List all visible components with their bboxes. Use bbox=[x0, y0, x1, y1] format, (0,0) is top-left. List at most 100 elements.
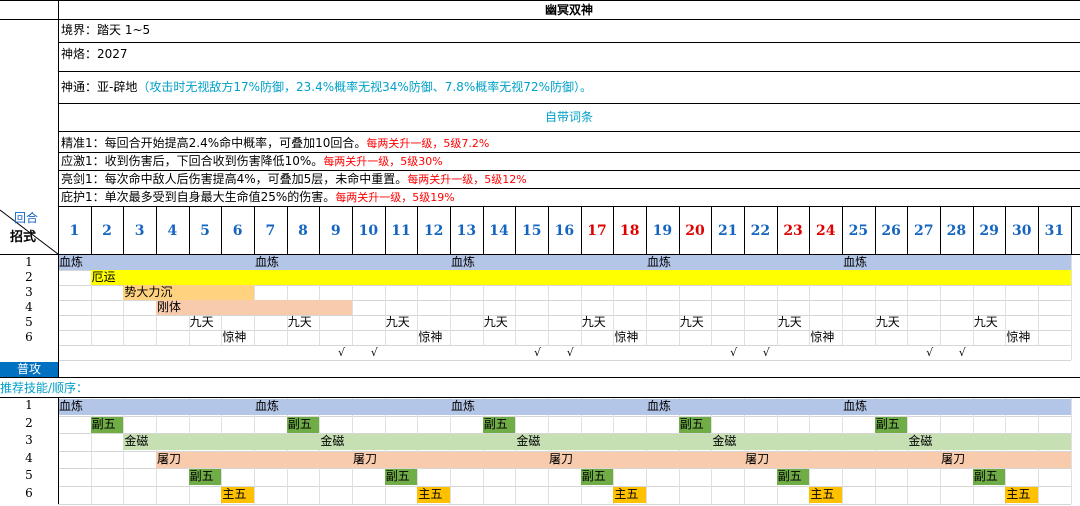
round-number: 7 bbox=[265, 223, 276, 239]
round-number: 15 bbox=[521, 223, 542, 239]
round-col-divider bbox=[188, 206, 190, 254]
round-col-divider bbox=[1005, 206, 1007, 254]
grid-line bbox=[58, 360, 1071, 361]
round-number: 10 bbox=[358, 223, 379, 239]
affix-text: 亮剑1：每次命中敌人后伤害提高4%，可叠加5层，未命中重置。 bbox=[61, 172, 408, 186]
round-number: 20 bbox=[685, 223, 705, 239]
row-number: 6 bbox=[25, 330, 33, 344]
round-col-divider bbox=[874, 206, 876, 254]
round-col-divider bbox=[417, 206, 419, 254]
affix-text: 应激1：收到伤害后，下回合收到伤害降低10%。 bbox=[61, 154, 324, 168]
skill-bar[interactable] bbox=[90, 270, 1071, 285]
skill-bar[interactable] bbox=[156, 300, 353, 315]
row-number: 1 bbox=[25, 398, 33, 412]
row-number: 4 bbox=[25, 300, 33, 314]
round-col-divider bbox=[450, 206, 452, 254]
row-number: 3 bbox=[25, 285, 33, 299]
round-col-divider bbox=[123, 206, 125, 254]
affix-upgrade-note: 每两关升一级，5级30% bbox=[323, 155, 443, 168]
recommend-skill-label: 副五 bbox=[973, 469, 998, 484]
attack-check-icon: √ bbox=[370, 346, 378, 359]
attack-cell[interactable]: 普攻 bbox=[0, 362, 58, 377]
skill-label: 血炼 bbox=[255, 255, 280, 269]
skill-label: 血炼 bbox=[59, 255, 84, 269]
recommend-skill-label: 血炼 bbox=[843, 399, 868, 413]
recommend-skill-label: 主五 bbox=[614, 487, 639, 501]
round-number: 12 bbox=[423, 223, 444, 239]
recommend-skill-label: 副五 bbox=[91, 416, 116, 431]
grid-col-line bbox=[1070, 255, 1072, 360]
skill-label: 血炼 bbox=[647, 255, 672, 269]
grid-line bbox=[58, 345, 1071, 346]
round-number: 9 bbox=[330, 223, 341, 239]
round-col-divider bbox=[90, 206, 92, 254]
skill-label: 血炼 bbox=[451, 255, 476, 269]
round-number: 22 bbox=[750, 223, 771, 239]
recommend-skill-label: 主五 bbox=[418, 487, 443, 501]
round-number: 6 bbox=[232, 223, 243, 239]
skill-bar[interactable] bbox=[58, 255, 1071, 270]
round-number: 31 bbox=[1044, 223, 1065, 239]
grid-line bbox=[58, 503, 1071, 505]
round-col-divider bbox=[744, 206, 746, 254]
round-col-divider bbox=[678, 206, 680, 254]
attack-check-icon: √ bbox=[958, 346, 966, 359]
row-number: 5 bbox=[25, 315, 33, 329]
round-number: 23 bbox=[783, 223, 803, 239]
round-col-divider bbox=[384, 206, 386, 254]
skill-label: 势大力沉 bbox=[124, 285, 173, 299]
affix-line: 庇护1：单次最多受到自身最大生命值25%的伤害。每两关升一级，5级19% bbox=[61, 189, 455, 206]
round-number: 26 bbox=[881, 223, 901, 239]
round-label: 回合 bbox=[14, 211, 39, 225]
round-col-divider bbox=[646, 206, 648, 254]
recommend-skill-label: 主五 bbox=[222, 487, 247, 501]
round-col-divider bbox=[156, 206, 157, 254]
round-number: 27 bbox=[913, 223, 934, 239]
affix-line: 亮剑1：每次命中敌人后伤害提高4%，可叠加5层，未命中重置。每两关升一级，5级1… bbox=[61, 171, 527, 188]
skill-label: 九天 bbox=[189, 315, 214, 329]
recommend-skill-label: 副五 bbox=[483, 416, 508, 431]
recommend-skill-label: 屠刀 bbox=[353, 451, 378, 466]
recommend-skill-label: 血炼 bbox=[451, 399, 476, 413]
row-number: 4 bbox=[25, 450, 33, 465]
round-col-divider bbox=[1070, 206, 1072, 254]
attack-check-icon: √ bbox=[566, 346, 574, 359]
shentong-text: 神通：亚-辟地（攻击时无视敌方17%防御，23.4%概率无视34%防御、7.8%… bbox=[61, 79, 592, 95]
affix-line: 应激1：收到伤害后，下回合收到伤害降低10%。每两关升一级，5级30% bbox=[61, 153, 443, 170]
realm-text: 境界：踏天 1~5 bbox=[61, 23, 151, 37]
round-col-divider bbox=[221, 206, 223, 254]
round-col-divider bbox=[776, 206, 778, 254]
row-number: 2 bbox=[25, 415, 33, 430]
recommend-skill-label: 屠刀 bbox=[549, 451, 574, 466]
round-col-divider bbox=[972, 206, 974, 254]
recommend-skill-label: 血炼 bbox=[647, 399, 672, 413]
round-number: 11 bbox=[391, 223, 411, 239]
skill-label: 九天 bbox=[581, 315, 606, 329]
round-number: 17 bbox=[587, 223, 607, 239]
round-number: 16 bbox=[554, 223, 575, 239]
round-col-divider bbox=[482, 206, 484, 254]
recommend-skill-bar[interactable] bbox=[58, 399, 1071, 415]
skill-label: 九天 bbox=[385, 315, 410, 329]
recommend-skill-label: 金磁 bbox=[124, 434, 149, 449]
recommend-skill-label: 金磁 bbox=[712, 434, 737, 449]
round-number: 2 bbox=[102, 223, 112, 239]
recommend-skill-label: 主五 bbox=[810, 487, 835, 501]
round-number: 4 bbox=[167, 223, 178, 239]
recommend-skill-label: 副五 bbox=[679, 416, 704, 431]
label-col-divider bbox=[58, 255, 59, 377]
skill-label: 惊神 bbox=[810, 330, 835, 344]
recommend-skill-label: 金磁 bbox=[320, 434, 345, 449]
affix-title: 自带词条 bbox=[544, 110, 593, 124]
round-number: 14 bbox=[489, 223, 509, 239]
recommend-skill-bar[interactable] bbox=[156, 451, 1071, 468]
attack-check-icon: √ bbox=[762, 346, 770, 359]
round-number: 19 bbox=[652, 223, 673, 239]
recommend-skill-label: 副五 bbox=[385, 469, 410, 484]
affix-line: 精准1：每回合开始提高2.4%命中概率，可叠加10回合。每两关升一级，5级7.2… bbox=[61, 135, 489, 152]
grid-line bbox=[58, 486, 1071, 487]
skill-label: 九天 bbox=[679, 315, 704, 329]
attack-check-icon: √ bbox=[338, 346, 346, 359]
shenhao-text: 神烙：2027 bbox=[61, 47, 128, 61]
recommend-skill-label: 副五 bbox=[581, 469, 606, 484]
